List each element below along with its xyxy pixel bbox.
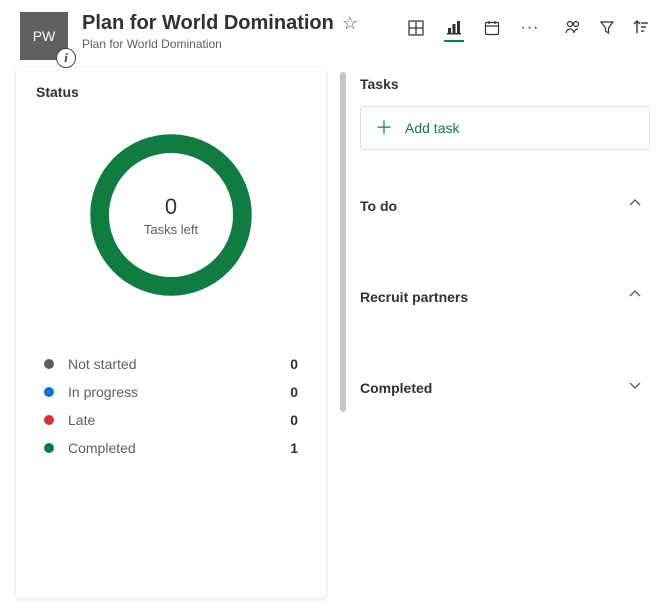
plan-avatar-initials: PW — [33, 28, 56, 44]
tasks-title: Tasks — [360, 76, 650, 92]
more-views-button[interactable]: ··· — [520, 18, 540, 42]
status-card: Status 0 Tasks left Not started 0 In pr — [16, 68, 326, 598]
legend-dot-icon — [44, 359, 54, 369]
status-title: Status — [36, 84, 306, 100]
chart-icon — [446, 20, 462, 36]
chevron-down-icon — [628, 378, 642, 397]
sort-button[interactable] — [632, 18, 650, 36]
info-icon[interactable]: i — [56, 48, 76, 68]
chart-view-button[interactable] — [444, 18, 464, 42]
legend-row: Completed 1 — [44, 434, 298, 462]
legend-label: In progress — [68, 384, 290, 400]
bucket-name: Completed — [360, 380, 432, 396]
add-task-button[interactable]: ＋ Add task — [360, 106, 650, 150]
legend-label: Completed — [68, 440, 290, 456]
sort-icon — [633, 19, 649, 35]
schedule-view-button[interactable] — [482, 18, 502, 42]
legend-dot-icon — [44, 387, 54, 397]
people-icon — [564, 18, 582, 36]
bucket-header[interactable]: Recruit partners — [360, 269, 650, 324]
filter-button[interactable] — [598, 18, 616, 36]
bucket-name: Recruit partners — [360, 289, 468, 305]
legend-value: 0 — [290, 384, 298, 400]
filter-icon — [599, 19, 615, 35]
legend-value: 0 — [290, 356, 298, 372]
calendar-icon — [484, 20, 500, 36]
status-donut-chart: 0 Tasks left — [86, 130, 256, 300]
legend-row: Not started 0 — [44, 350, 298, 378]
favorite-star-icon[interactable]: ☆ — [342, 13, 358, 34]
scrollbar[interactable] — [340, 72, 346, 412]
tasks-left-label: Tasks left — [144, 222, 198, 237]
bucket-header[interactable]: To do — [360, 178, 650, 233]
bucket-header[interactable]: Completed — [360, 360, 650, 415]
chevron-up-icon — [628, 196, 642, 215]
plan-title: Plan for World Domination — [82, 12, 334, 35]
plus-icon: ＋ — [375, 119, 393, 137]
legend-row: Late 0 — [44, 406, 298, 434]
add-task-label: Add task — [405, 120, 459, 136]
legend-label: Not started — [68, 356, 290, 372]
legend-value: 0 — [290, 412, 298, 428]
legend-label: Late — [68, 412, 290, 428]
legend-row: In progress 0 — [44, 378, 298, 406]
bucket-name: To do — [360, 198, 397, 214]
tasks-pane: Tasks ＋ Add task To do Recruit partners … — [360, 68, 658, 608]
tasks-left-count: 0 — [165, 194, 177, 220]
status-legend: Not started 0 In progress 0 Late 0 Compl… — [36, 350, 306, 462]
plan-avatar[interactable]: PW i — [20, 12, 68, 60]
plan-subtitle: Plan for World Domination — [82, 37, 392, 51]
members-button[interactable] — [564, 18, 582, 36]
chevron-up-icon — [628, 287, 642, 306]
legend-dot-icon — [44, 443, 54, 453]
grid-icon — [408, 20, 424, 36]
grid-view-button[interactable] — [406, 18, 426, 42]
legend-value: 1 — [290, 440, 298, 456]
legend-dot-icon — [44, 415, 54, 425]
